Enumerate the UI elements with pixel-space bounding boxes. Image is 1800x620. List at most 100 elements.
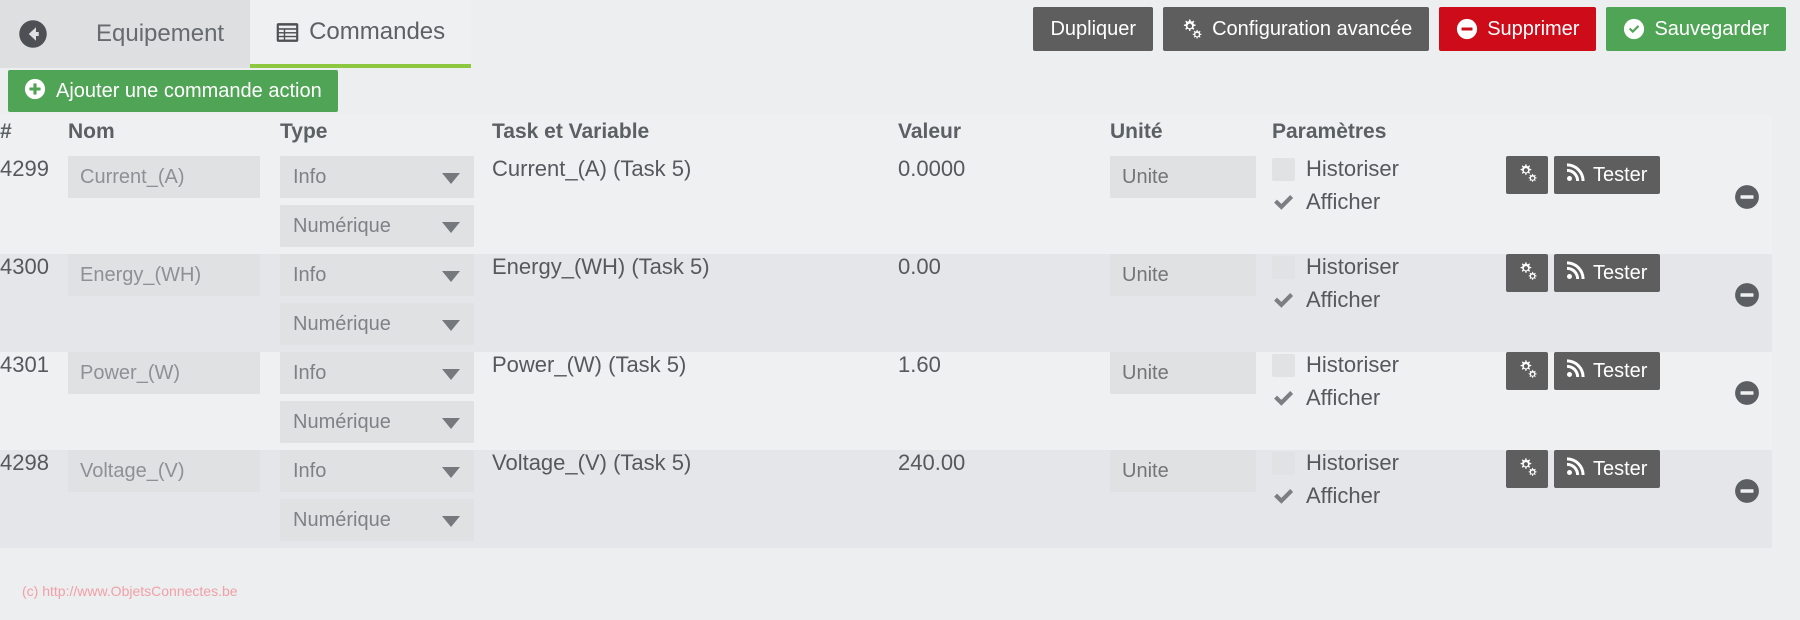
back-button[interactable] xyxy=(0,0,70,68)
param-historiser[interactable]: Historiser xyxy=(1272,156,1504,182)
cell-valeur: 0.0000 xyxy=(898,156,1110,254)
subtype-select[interactable]: Numérique xyxy=(280,401,474,443)
subtype-select[interactable]: Numérique xyxy=(280,303,474,345)
row-config-button[interactable] xyxy=(1506,254,1548,292)
minus-circle-icon xyxy=(1456,18,1478,40)
task-variable-text: Energy_(WH) (Task 5) xyxy=(492,254,710,279)
cell-type: Info Numérique xyxy=(280,352,492,450)
subtype-select[interactable]: Numérique xyxy=(280,499,474,541)
param-historiser[interactable]: Historiser xyxy=(1272,450,1504,476)
cell-task: Energy_(WH) (Task 5) xyxy=(492,254,898,352)
param-historiser[interactable]: Historiser xyxy=(1272,254,1504,280)
row-config-button[interactable] xyxy=(1506,450,1548,488)
tab-commandes[interactable]: Commandes xyxy=(250,0,472,68)
chevron-down-icon xyxy=(442,516,460,527)
cell-parametres: Historiser Afficher xyxy=(1272,450,1504,548)
type-select[interactable]: Info xyxy=(280,450,474,492)
check-circle-icon xyxy=(1623,18,1645,40)
nom-input[interactable] xyxy=(68,450,260,492)
chevron-down-icon xyxy=(442,467,460,478)
cell-type: Info Numérique xyxy=(280,156,492,254)
nom-input[interactable] xyxy=(68,254,260,296)
param-historiser[interactable]: Historiser xyxy=(1272,352,1504,378)
cell-valeur: 1.60 xyxy=(898,352,1110,450)
row-remove-button[interactable] xyxy=(1734,282,1760,309)
cell-actions: Tester xyxy=(1504,254,1772,352)
historiser-checkbox[interactable] xyxy=(1272,451,1295,475)
historiser-checkbox[interactable] xyxy=(1272,157,1295,181)
row-config-button[interactable] xyxy=(1506,352,1548,390)
type-select[interactable]: Info xyxy=(280,156,474,198)
type-select-value: Info xyxy=(293,362,327,384)
unite-input[interactable] xyxy=(1110,254,1256,296)
historiser-label: Historiser xyxy=(1306,450,1399,475)
cell-actions: Tester xyxy=(1504,352,1772,450)
row-actions: Tester xyxy=(1504,450,1772,503)
row-test-label: Tester xyxy=(1593,458,1648,480)
add-action-command-button[interactable]: Ajouter une commande action xyxy=(8,70,338,112)
subtype-select-value: Numérique xyxy=(293,313,391,335)
unite-input[interactable] xyxy=(1110,156,1256,198)
row-config-button[interactable] xyxy=(1506,156,1548,194)
type-select[interactable]: Info xyxy=(280,254,474,296)
historiser-checkbox[interactable] xyxy=(1272,255,1295,279)
afficher-checkbox[interactable] xyxy=(1272,387,1295,410)
column-header-nom: Nom xyxy=(68,114,280,156)
unite-input[interactable] xyxy=(1110,450,1256,492)
minus-circle-icon xyxy=(1734,184,1760,213)
row-test-label: Tester xyxy=(1593,164,1648,186)
row-remove-button[interactable] xyxy=(1734,478,1760,505)
row-actions: Tester xyxy=(1504,156,1772,209)
rss-icon xyxy=(1565,261,1585,285)
afficher-label: Afficher xyxy=(1306,287,1381,312)
header-actions: Dupliquer Configuration avancée Supprime… xyxy=(1033,7,1786,51)
afficher-checkbox[interactable] xyxy=(1272,191,1295,214)
cell-parametres: Historiser Afficher xyxy=(1272,156,1504,254)
cell-actions: Tester xyxy=(1504,156,1772,254)
cell-unite xyxy=(1110,156,1272,254)
configuration-avancee-label: Configuration avancée xyxy=(1212,18,1413,40)
subtype-select-value: Numérique xyxy=(293,411,391,433)
sauvegarder-button[interactable]: Sauvegarder xyxy=(1606,7,1786,51)
cell-task: Current_(A) (Task 5) xyxy=(492,156,898,254)
type-select-value: Info xyxy=(293,166,327,188)
afficher-checkbox[interactable] xyxy=(1272,289,1295,312)
row-test-button[interactable]: Tester xyxy=(1554,254,1661,292)
row-test-button[interactable]: Tester xyxy=(1554,352,1661,390)
param-afficher[interactable]: Afficher xyxy=(1272,385,1504,411)
row-remove-button[interactable] xyxy=(1734,184,1760,213)
dupliquer-button[interactable]: Dupliquer xyxy=(1033,7,1154,51)
header-bar: Equipement Commandes Dupliquer Configura… xyxy=(0,0,1800,68)
afficher-label: Afficher xyxy=(1306,483,1381,508)
cell-task: Voltage_(V) (Task 5) xyxy=(492,450,898,548)
subtype-select-value: Numérique xyxy=(293,509,391,531)
cell-id: 4301 xyxy=(0,352,68,450)
nom-input[interactable] xyxy=(68,352,260,394)
configuration-avancee-button[interactable]: Configuration avancée xyxy=(1163,7,1430,51)
type-select-value: Info xyxy=(293,460,327,482)
table-list-icon xyxy=(276,21,299,44)
subtype-select[interactable]: Numérique xyxy=(280,205,474,247)
cell-actions: Tester xyxy=(1504,450,1772,548)
param-afficher[interactable]: Afficher xyxy=(1272,483,1504,509)
tab-strip: Equipement Commandes xyxy=(0,0,472,68)
row-test-button[interactable]: Tester xyxy=(1554,450,1661,488)
supprimer-button[interactable]: Supprimer xyxy=(1439,7,1597,51)
row-actions: Tester xyxy=(1504,254,1772,307)
cell-parametres: Historiser Afficher xyxy=(1272,254,1504,352)
unite-input[interactable] xyxy=(1110,352,1256,394)
nom-input[interactable] xyxy=(68,156,260,198)
param-afficher[interactable]: Afficher xyxy=(1272,189,1504,215)
supprimer-label: Supprimer xyxy=(1487,18,1580,40)
historiser-checkbox[interactable] xyxy=(1272,353,1295,377)
row-test-label: Tester xyxy=(1593,262,1648,284)
row-test-button[interactable]: Tester xyxy=(1554,156,1661,194)
valeur-text: 240.00 xyxy=(898,450,966,475)
type-select[interactable]: Info xyxy=(280,352,474,394)
table-row: 4300 Info Numérique Energy_(WH) (Task 5)… xyxy=(0,254,1772,352)
row-remove-button[interactable] xyxy=(1734,380,1760,407)
tab-equipement[interactable]: Equipement xyxy=(70,0,251,68)
param-afficher[interactable]: Afficher xyxy=(1272,287,1504,313)
cell-unite xyxy=(1110,450,1272,548)
afficher-checkbox[interactable] xyxy=(1272,485,1295,508)
